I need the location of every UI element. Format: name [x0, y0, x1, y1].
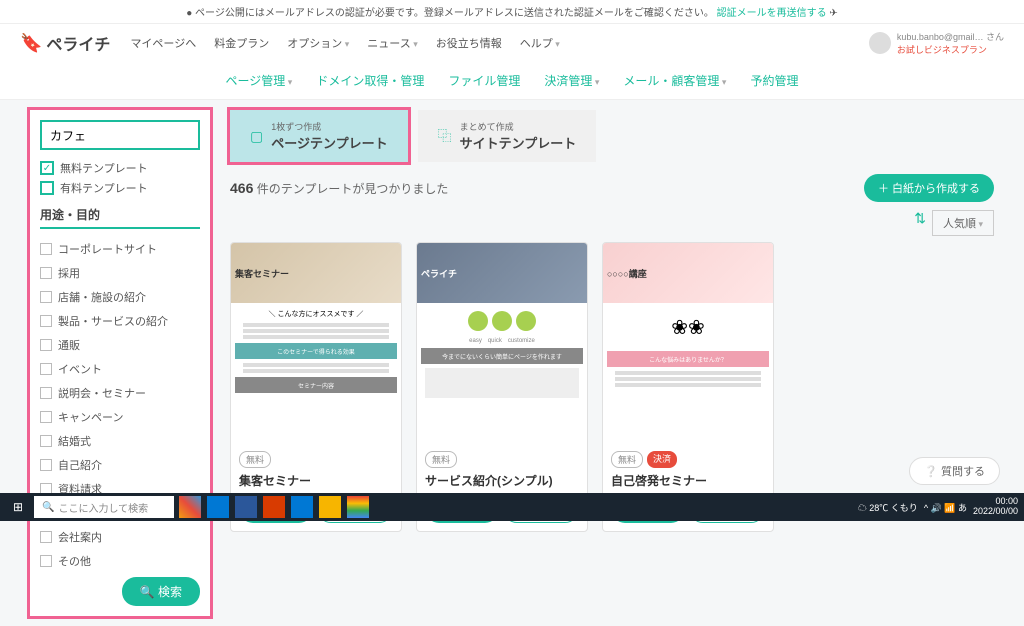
main-nav: マイページへ 料金プラン オプション ニュース お役立ち情報 ヘルプ: [130, 35, 868, 51]
notification-bar: ● ページ公開にはメールアドレスの認証が必要です。登録メールアドレスに送信された…: [0, 0, 1024, 24]
category-item[interactable]: 製品・サービスの紹介: [40, 309, 200, 333]
sort-select[interactable]: 人気順: [932, 210, 994, 236]
nav-help-info[interactable]: お役立ち情報: [436, 35, 502, 51]
results-count: 466 件のテンプレートが見つかりました: [230, 180, 448, 197]
brand-text: ペライチ: [46, 31, 110, 55]
search-button[interactable]: 🔍 検索: [122, 577, 200, 606]
avatar: [869, 32, 891, 54]
header: 🔖 ペライチ マイページへ 料金プラン オプション ニュース お役立ち情報 ヘル…: [0, 24, 1024, 62]
system-tray[interactable]: ☁ 28℃ くもり ^ 🔊 📶 あ 00:002022/00/00: [858, 497, 1018, 517]
taskbar-app[interactable]: [291, 496, 313, 518]
resend-link[interactable]: 認証メールを再送信する: [717, 8, 827, 19]
category-item[interactable]: 自己紹介: [40, 453, 200, 477]
category-item[interactable]: コーポレートサイト: [40, 237, 200, 261]
template-card: 集客セミナー＼ こんな方にオススメです ／このセミナーで得られる効果セミナー内容…: [230, 242, 402, 532]
logo[interactable]: 🔖 ペライチ: [20, 31, 110, 55]
nav-pricing[interactable]: 料金プラン: [214, 35, 269, 51]
category-item[interactable]: 採用: [40, 261, 200, 285]
category-item[interactable]: 説明会・セミナー: [40, 381, 200, 405]
nav-options[interactable]: オプション: [287, 35, 349, 51]
subnav-page[interactable]: ページ管理: [226, 72, 293, 89]
filter-free[interactable]: ✓無料テンプレート: [40, 160, 200, 176]
taskbar: ⊞ 🔍 ここに入力して検索 ☁ 28℃ くもり ^ 🔊 📶 あ 00:00202…: [0, 493, 1024, 521]
template-card: ペライチeasy quick customize今までにないくらい簡単にページを…: [416, 242, 588, 532]
taskbar-app[interactable]: [207, 496, 229, 518]
site-icon: ⿻: [438, 126, 452, 146]
cards-grid: 集客セミナー＼ こんな方にオススメです ／このセミナーで得られる効果セミナー内容…: [230, 242, 994, 532]
taskbar-app[interactable]: [347, 496, 369, 518]
category-list: コーポレートサイト採用店舗・施設の紹介製品・サービスの紹介通販イベント説明会・セ…: [40, 237, 200, 573]
nav-news[interactable]: ニュース: [367, 35, 417, 51]
taskbar-app[interactable]: [319, 496, 341, 518]
page-icon: ▢: [250, 128, 263, 145]
user-area[interactable]: kubu.banbo@gmail… さん お試しビジネスプラン: [869, 30, 1004, 56]
sidebar: ✓無料テンプレート 有料テンプレート 用途・目的 コーポレートサイト採用店舗・施…: [30, 110, 210, 616]
taskbar-search[interactable]: 🔍 ここに入力して検索: [34, 496, 174, 518]
nav-mypage[interactable]: マイページへ: [130, 35, 196, 51]
content: ▢ 1枚ずつ作成ページテンプレート ⿻ まとめて作成サイトテンプレート 466 …: [230, 110, 994, 616]
user-email: kubu.banbo@gmail… さん: [897, 30, 1004, 43]
search-input[interactable]: [40, 120, 200, 150]
purpose-title: 用途・目的: [40, 206, 200, 229]
category-item[interactable]: キャンペーン: [40, 405, 200, 429]
subnav-mail[interactable]: メール・顧客管理: [623, 72, 726, 89]
category-item[interactable]: 店舗・施設の紹介: [40, 285, 200, 309]
logo-icon: 🔖: [20, 33, 42, 54]
category-item[interactable]: 結婚式: [40, 429, 200, 453]
create-blank-button[interactable]: ＋ 白紙から作成する: [864, 174, 994, 202]
user-plan: お試しビジネスプラン: [897, 43, 1004, 56]
category-item[interactable]: 会社案内: [40, 525, 200, 549]
start-button[interactable]: ⊞: [6, 497, 30, 517]
help-button[interactable]: ❔ 質問する: [909, 457, 1000, 485]
filter-paid[interactable]: 有料テンプレート: [40, 180, 200, 196]
subnav-payment[interactable]: 決済管理: [544, 72, 599, 89]
taskbar-app[interactable]: [263, 496, 285, 518]
sub-nav: ページ管理 ドメイン取得・管理 ファイル管理 決済管理 メール・顧客管理 予約管…: [0, 62, 1024, 100]
category-item[interactable]: その他: [40, 549, 200, 573]
tab-page-template[interactable]: ▢ 1枚ずつ作成ページテンプレート: [230, 110, 408, 162]
tab-site-template[interactable]: ⿻ まとめて作成サイトテンプレート: [418, 110, 597, 162]
subnav-domain[interactable]: ドメイン取得・管理: [316, 72, 424, 89]
taskbar-app[interactable]: [235, 496, 257, 518]
subnav-reserve[interactable]: 予約管理: [750, 72, 798, 89]
category-item[interactable]: イベント: [40, 357, 200, 381]
sort-icon[interactable]: ⇅: [914, 210, 926, 236]
subnav-file[interactable]: ファイル管理: [448, 72, 520, 89]
taskbar-app[interactable]: [179, 496, 201, 518]
nav-help[interactable]: ヘルプ: [520, 35, 560, 51]
template-card: ○○○○講座❀❀こんな悩みはありませんか？無料決済自己啓発セミナー使う詳細: [602, 242, 774, 532]
category-item[interactable]: 通販: [40, 333, 200, 357]
